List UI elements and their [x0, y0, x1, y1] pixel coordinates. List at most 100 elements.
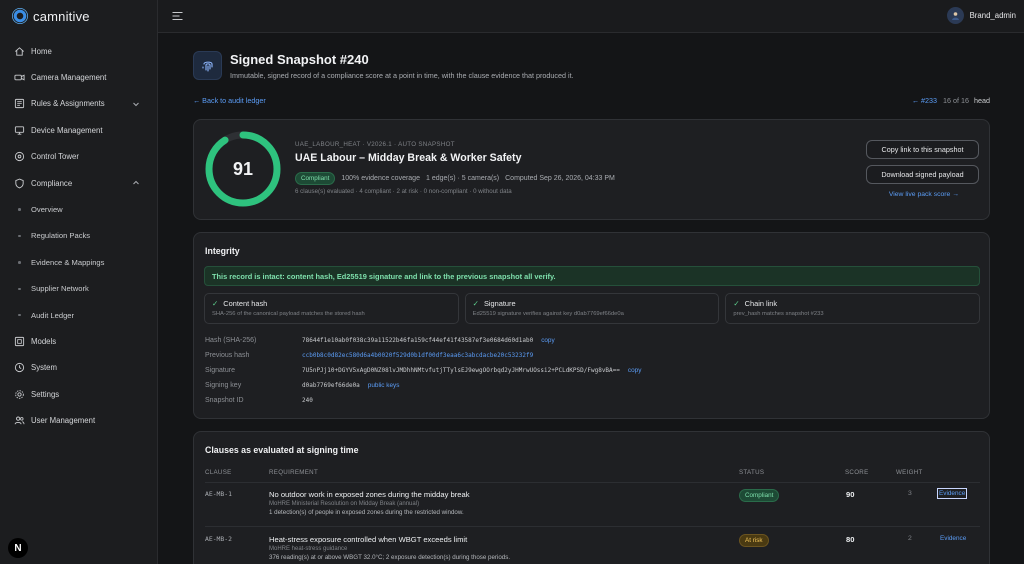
- field-label: Signing key: [205, 382, 242, 389]
- requirement-source: MoHRE Ministerial Resolution on Midday B…: [269, 501, 420, 507]
- bullet-icon: [18, 313, 21, 317]
- sidebar-subitem-label: Evidence & Mappings: [31, 257, 105, 267]
- sidebar-nav: Home Camera Management Rules & Assignmen…: [0, 38, 158, 434]
- check-title: ✓ Chain link: [733, 299, 972, 308]
- requirement-cell: No outdoor work in exposed zones during …: [269, 490, 719, 516]
- sidebar-item-label: System: [31, 363, 57, 373]
- sidebar-subitem-overview[interactable]: Overview: [0, 196, 158, 222]
- table-row: AE-MB-2 Heat-stress exposure controlled …: [205, 530, 980, 564]
- sidebar-item-label: Settings: [31, 389, 60, 399]
- requirement-note: 376 reading(s) at or above WBGT 32.0°C; …: [269, 554, 511, 561]
- user-name: Brand_admin: [969, 11, 1016, 20]
- sidebar-item-label: Device Management: [31, 125, 103, 135]
- clauses-card: Clauses as evaluated at signing time CLA…: [193, 431, 990, 564]
- field-label: Snapshot ID: [205, 397, 244, 404]
- integrity-title: Integrity: [205, 246, 240, 256]
- public-keys-link[interactable]: public keys: [368, 382, 400, 389]
- topbar: Brand_admin: [158, 0, 1024, 33]
- download-payload-button[interactable]: Download signed payload: [866, 165, 979, 184]
- snapshot-pager: ← #233 16 of 16 head: [912, 96, 990, 105]
- sidebar: camnitive Home Camera Management Rules &…: [0, 0, 158, 564]
- main-content: Signed Snapshot #240 Immutable, signed r…: [158, 33, 1024, 564]
- integrity-checks: ✓ Content hash SHA-256 of the canonical p…: [204, 293, 981, 324]
- check-chain-link: ✓ Chain link prev_hash matches snapshot #…: [725, 293, 981, 324]
- menu-icon[interactable]: [172, 11, 183, 21]
- sidebar-subitem-audit-ledger[interactable]: Audit Ledger: [0, 302, 158, 328]
- copy-link-button[interactable]: Copy link to this snapshot: [866, 140, 979, 159]
- weight-value: 2: [908, 535, 912, 542]
- copy-hash-button[interactable]: copy: [541, 337, 555, 344]
- field-label: Signature: [205, 367, 235, 374]
- status-badge: At risk: [739, 534, 769, 547]
- sidebar-subitem-supplier-network[interactable]: Supplier Network: [0, 276, 158, 302]
- sidebar-item-label: Rules & Assignments: [31, 99, 105, 109]
- table-header: CLAUSE REQUIREMENT STATUS SCORE WEIGHT: [205, 469, 980, 483]
- sidebar-subitem-evidence-mappings[interactable]: Evidence & Mappings: [0, 249, 158, 275]
- models-icon: [14, 336, 25, 347]
- clause-counts: 6 clause(s) evaluated · 4 compliant · 2 …: [295, 188, 512, 195]
- sidebar-item-home[interactable]: Home: [0, 38, 158, 64]
- score-value: 91: [232, 158, 254, 179]
- bullet-icon: [18, 261, 21, 264]
- sidebar-item-label: Camera Management: [31, 73, 107, 83]
- home-icon: [14, 46, 25, 57]
- check-desc: Ed25519 signature verifies against key d…: [472, 311, 624, 317]
- sidebar-item-control-tower[interactable]: Control Tower: [0, 144, 158, 170]
- sidebar-item-label: Home: [31, 46, 52, 56]
- evidence-link[interactable]: Evidence: [936, 488, 968, 499]
- user-menu[interactable]: Brand_admin: [946, 7, 1016, 24]
- requirement-title: No outdoor work in exposed zones during …: [269, 490, 470, 499]
- integrity-banner: This record is intact: content hash, Ed2…: [204, 266, 980, 286]
- field-signing-key: Signing key d0ab7769ef66de0a public keys: [205, 378, 975, 393]
- sidebar-subitem-regulation-packs[interactable]: Regulation Packs: [0, 223, 158, 249]
- sidebar-item-rules-assignments[interactable]: Rules & Assignments: [0, 91, 158, 117]
- evidence-link[interactable]: Evidence: [940, 535, 966, 542]
- sidebar-item-device-management[interactable]: Device Management: [0, 117, 158, 143]
- bullet-icon: [18, 287, 21, 291]
- previous-snapshot-link[interactable]: ← #233: [912, 96, 937, 105]
- check-desc: prev_hash matches snapshot #233: [733, 311, 824, 317]
- sidebar-item-label: Control Tower: [31, 152, 79, 162]
- pager-head: head: [974, 96, 990, 105]
- sidebar-item-user-management[interactable]: User Management: [0, 407, 158, 433]
- check-title-text: Signature: [483, 299, 516, 308]
- score-value: 90: [846, 490, 855, 499]
- sidebar-item-system[interactable]: System: [0, 355, 158, 381]
- sidebar-item-compliance[interactable]: Compliance: [0, 170, 158, 196]
- sidebar-item-label: Models: [31, 336, 57, 346]
- check-title-text: Chain link: [744, 299, 778, 308]
- page-subtitle: Immutable, signed record of a compliance…: [230, 71, 574, 80]
- hash-value: 78644f1e10ab0f038c39a11522b46fa159cf44ef…: [302, 337, 534, 344]
- chevron-up-icon: [133, 180, 139, 185]
- pager-position: 16 of 16: [943, 96, 969, 105]
- sidebar-item-camera-management[interactable]: Camera Management: [0, 64, 158, 90]
- camera-icon: [14, 72, 25, 83]
- status-badge: Compliant: [739, 489, 780, 502]
- check-title-text: Content hash: [223, 299, 268, 308]
- sidebar-item-settings[interactable]: Settings: [0, 381, 158, 407]
- clause-id: AE-MB-1: [205, 490, 232, 498]
- n-badge[interactable]: N: [8, 538, 28, 558]
- field-label: Hash (SHA-256): [205, 337, 257, 344]
- pack-title: UAE Labour – Midday Break & Worker Safet…: [295, 152, 522, 164]
- brand[interactable]: camnitive: [12, 8, 90, 24]
- sidebar-subitem-label: Audit Ledger: [31, 310, 75, 320]
- view-live-pack-score-link[interactable]: View live pack score →: [889, 191, 959, 198]
- field-label: Previous hash: [205, 352, 250, 359]
- check-desc: SHA-256 of the canonical payload matches…: [212, 311, 365, 317]
- clauses-title: Clauses as evaluated at signing time: [205, 445, 359, 455]
- sidebar-item-models[interactable]: Models: [0, 328, 158, 354]
- sidebar-item-label: User Management: [31, 416, 96, 426]
- check-icon: ✓: [212, 299, 219, 308]
- previous-hash-link[interactable]: ccb0b8c0d82ec580d6a4b0020f529d0b1df00df3…: [302, 352, 533, 359]
- gear-icon: [14, 389, 25, 400]
- fingerprint-icon: [193, 51, 222, 80]
- system-icon: [14, 362, 25, 373]
- requirement-cell: Heat-stress exposure controlled when WBG…: [269, 535, 719, 561]
- back-to-audit-ledger-link[interactable]: ← Back to audit ledger: [193, 96, 266, 105]
- copy-signature-button[interactable]: copy: [628, 367, 642, 374]
- user-icon: [951, 12, 959, 20]
- chevron-down-icon: [133, 102, 139, 106]
- computed-text: Computed Sep 26, 2026, 04:33 PM: [505, 175, 615, 182]
- column-header: STATUS: [739, 469, 765, 476]
